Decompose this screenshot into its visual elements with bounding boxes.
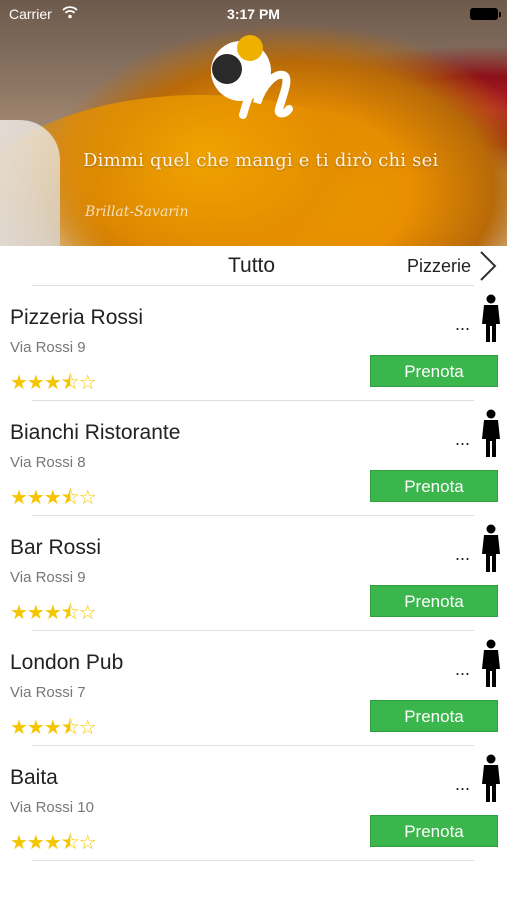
more-options-button[interactable]: ...: [455, 659, 470, 680]
battery-icon: [470, 8, 501, 20]
list-item[interactable]: Baita Via Rossi 10 ★★★⯪☆ ... Prenota: [0, 746, 507, 861]
category-filter: Tutto Pizzerie: [0, 246, 507, 286]
chevron-right-icon[interactable]: [477, 250, 499, 282]
header-banner: Dimmi quel che mangi e ti dirò chi sei B…: [0, 0, 507, 246]
header-quote-author: Brillat-Savarin: [85, 204, 189, 220]
restaurant-address: Via Rossi 8: [10, 454, 86, 471]
current-category: Tutto: [228, 254, 276, 277]
person-icon: [482, 409, 500, 457]
app-logo: [211, 35, 293, 119]
next-category-button[interactable]: Pizzerie: [407, 256, 471, 277]
restaurant-name: London Pub: [10, 651, 124, 674]
rating-stars: ★★★⯪☆: [10, 717, 97, 739]
restaurant-name: Pizzeria Rossi: [10, 306, 144, 329]
status-bar: Carrier 3:17 PM: [0, 0, 507, 28]
more-options-button[interactable]: ...: [455, 544, 470, 565]
book-button[interactable]: Prenota: [370, 355, 498, 387]
status-time: 3:17 PM: [227, 6, 280, 22]
restaurant-name: Baita: [10, 766, 58, 789]
list-item[interactable]: Bianchi Ristorante Via Rossi 8 ★★★⯪☆ ...…: [0, 401, 507, 516]
list-item[interactable]: London Pub Via Rossi 7 ★★★⯪☆ ... Prenota: [0, 631, 507, 746]
row-divider: [32, 860, 474, 861]
person-icon: [482, 524, 500, 572]
book-button[interactable]: Prenota: [370, 700, 498, 732]
rating-stars: ★★★⯪☆: [10, 372, 97, 394]
restaurant-name: Bar Rossi: [10, 536, 102, 559]
more-options-button[interactable]: ...: [455, 429, 470, 450]
napkin-image: [0, 120, 60, 246]
restaurant-address: Via Rossi 10: [10, 799, 94, 816]
rating-stars: ★★★⯪☆: [10, 832, 97, 854]
more-options-button[interactable]: ...: [455, 774, 470, 795]
restaurant-list: Pizzeria Rossi Via Rossi 9 ★★★⯪☆ ... Pre…: [0, 286, 507, 861]
person-icon: [482, 754, 500, 802]
rating-stars: ★★★⯪☆: [10, 602, 97, 624]
rating-stars: ★★★⯪☆: [10, 487, 97, 509]
restaurant-address: Via Rossi 9: [10, 339, 86, 356]
more-options-button[interactable]: ...: [455, 314, 470, 335]
book-button[interactable]: Prenota: [370, 585, 498, 617]
restaurant-name: Bianchi Ristorante: [10, 421, 181, 444]
restaurant-address: Via Rossi 7: [10, 684, 86, 701]
header-quote: Dimmi quel che mangi e ti dirò chi sei: [83, 150, 439, 171]
restaurant-address: Via Rossi 9: [10, 569, 86, 586]
list-item[interactable]: Bar Rossi Via Rossi 9 ★★★⯪☆ ... Prenota: [0, 516, 507, 631]
book-button[interactable]: Prenota: [370, 815, 498, 847]
person-icon: [482, 294, 500, 342]
list-item[interactable]: Pizzeria Rossi Via Rossi 9 ★★★⯪☆ ... Pre…: [0, 286, 507, 401]
book-button[interactable]: Prenota: [370, 470, 498, 502]
person-icon: [482, 639, 500, 687]
